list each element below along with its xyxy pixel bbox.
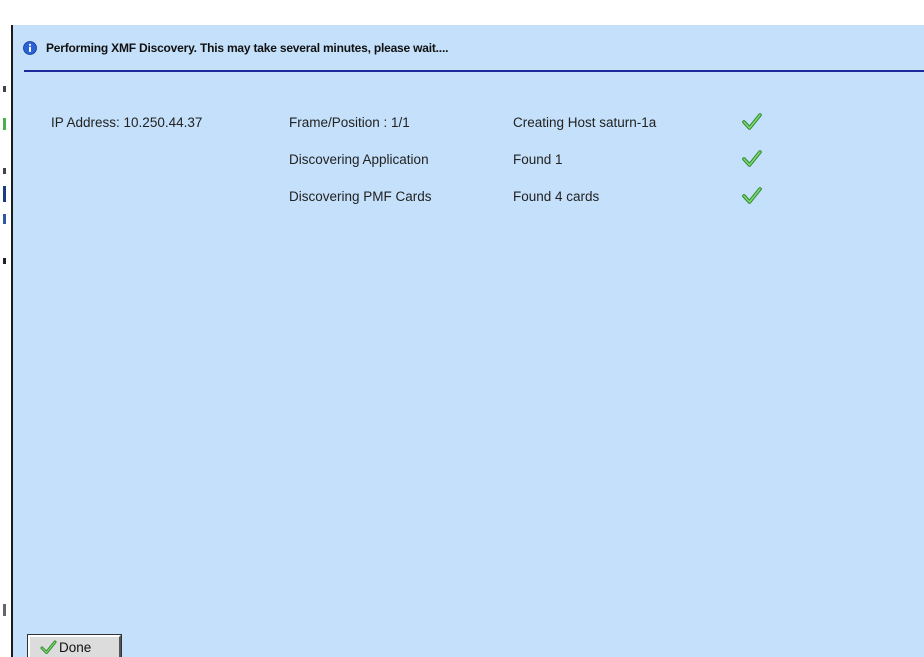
background-fragment [3,258,6,264]
background-fragment [3,86,6,92]
background-fragment [3,118,6,130]
header-divider [24,70,924,72]
background-fragment [3,168,6,174]
result-label: Found 4 cards [513,189,600,204]
step-label: Discovering Application [289,152,429,167]
ip-address-label: IP Address: 10.250.44.37 [51,115,203,130]
check-icon [40,640,57,654]
info-icon [23,41,37,55]
done-button-label: Done [59,639,92,655]
discovery-dialog: Performing XMF Discovery. This may take … [11,25,924,657]
check-icon [741,186,763,206]
step-label: Discovering PMF Cards [289,189,432,204]
result-label: Creating Host saturn-1a [513,115,657,130]
step-label: Frame/Position : 1/1 [289,115,410,130]
screen: Performing XMF Discovery. This may take … [0,0,924,657]
check-icon [741,112,763,132]
background-fragment [3,604,6,616]
result-label: Found 1 [513,152,563,167]
background-fragment [3,214,6,224]
background-fragment [3,186,6,202]
check-icon [741,149,763,169]
done-button[interactable]: Done [27,634,122,657]
dialog-title: Performing XMF Discovery. This may take … [46,41,449,55]
dialog-header: Performing XMF Discovery. This may take … [23,37,924,59]
